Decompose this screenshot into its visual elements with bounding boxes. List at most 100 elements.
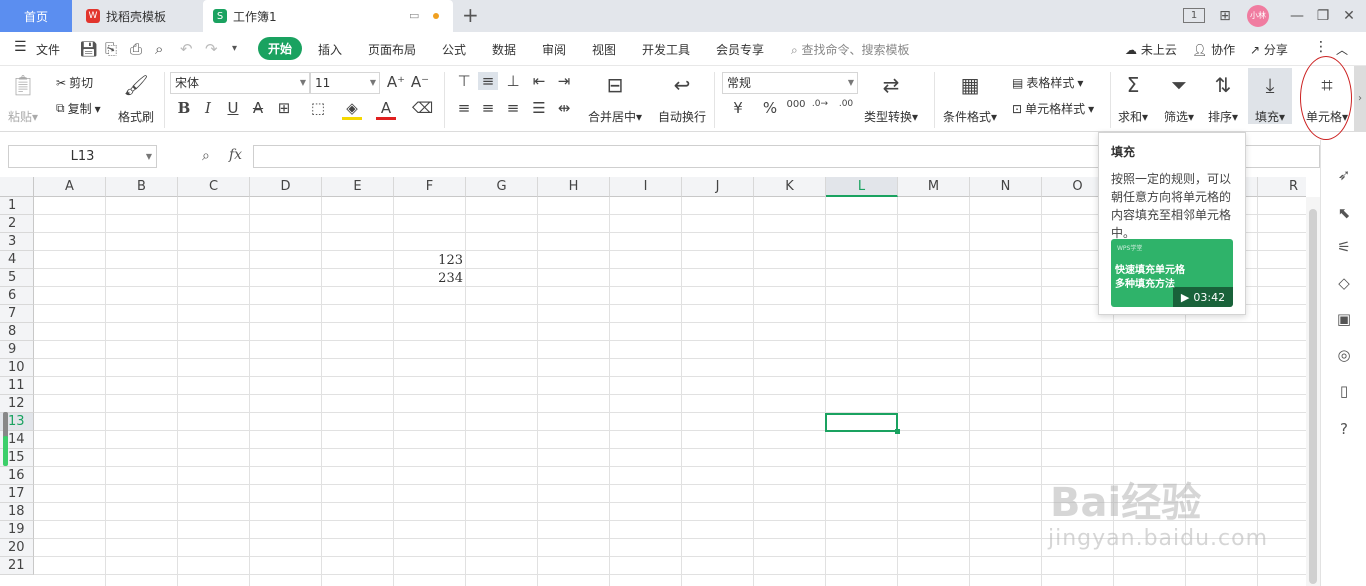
name-box[interactable]: L13 ▼ [8,145,157,168]
row-header-8[interactable]: 8 [0,323,34,341]
new-tab-button[interactable]: + [462,3,479,27]
underline-icon[interactable]: U [223,99,243,117]
scroll-thumb[interactable] [1309,209,1317,584]
column-header-n[interactable]: N [970,177,1042,197]
more-options-icon[interactable]: ⋮ [1314,39,1328,55]
font-name-select[interactable]: 宋体 ▼ [170,72,310,94]
menu-page-layout[interactable]: 页面布局 [368,41,416,58]
tab-templates[interactable]: W 找稻壳模板 [76,0,200,32]
menu-formulas[interactable]: 公式 [442,41,466,58]
vertical-scrollbar[interactable] [1306,197,1320,586]
wrap-text-button[interactable]: ↩ 自动换行 [658,70,706,125]
align-bottom-icon[interactable]: ⊥ [503,72,523,90]
type-convert-button[interactable]: ⇄ 类型转换▾ [864,70,918,125]
column-header-a[interactable]: A [34,177,106,197]
row-header-4[interactable]: 4 [0,251,34,269]
justify-icon[interactable]: ☰ [529,99,549,117]
undo-icon[interactable]: ↶ [180,40,193,58]
grid-view-button[interactable]: ⊞ [1215,6,1235,26]
book-icon[interactable]: ▯ [1333,380,1355,402]
row-header-6[interactable]: 6 [0,287,34,305]
percent-icon[interactable]: % [760,99,780,117]
selected-cell-l13[interactable] [825,413,898,432]
shape-icon[interactable]: ◇ [1333,272,1355,294]
zoom-icon[interactable]: ⌕ [202,148,210,164]
align-left-icon[interactable]: ≡ [454,99,474,117]
row-header-20[interactable]: 20 [0,539,34,557]
minimize-button[interactable]: — [1287,6,1307,26]
number-format-select[interactable]: 常规 ▼ [722,72,858,94]
collaborate-button[interactable]: 👤︎ 协作 [1192,41,1235,58]
cloud-status[interactable]: ☁ 未上云 [1125,41,1177,58]
menu-insert[interactable]: 插入 [318,41,342,58]
cut-button[interactable]: ✂ 剪切 [56,74,93,91]
image-icon[interactable]: ▣ [1333,308,1355,330]
fill-handle[interactable] [895,429,900,434]
row-header-1[interactable]: 1 [0,197,34,215]
command-search[interactable]: ⌕ 查找命令、搜索模板 [791,41,910,58]
fill-button[interactable]: ⤓ 填充▾ [1248,68,1292,124]
fx-icon[interactable]: fx [229,147,242,163]
clear-format-icon[interactable]: ⌫ [412,99,433,117]
user-avatar[interactable]: 小林 [1247,5,1269,27]
increase-indent-icon[interactable]: ⇥ [554,72,574,90]
row-header-11[interactable]: 11 [0,377,34,395]
tutorial-video-thumbnail[interactable]: WPS学堂 快速填充单元格 多种填充方法 ▶ 03:42 [1111,239,1233,307]
redo-icon[interactable]: ↷ [205,40,218,58]
column-header-l[interactable]: L [826,177,898,197]
row-header-3[interactable]: 3 [0,233,34,251]
close-button[interactable]: ✕ [1339,6,1359,26]
tab-home[interactable]: 首页 [0,0,72,32]
column-header-d[interactable]: D [250,177,322,197]
menu-home[interactable]: 开始 [258,37,302,60]
row-header-2[interactable]: 2 [0,215,34,233]
align-middle-icon[interactable]: ≡ [478,72,498,90]
row-header-12[interactable]: 12 [0,395,34,413]
select-all-corner[interactable] [0,177,34,197]
menu-review[interactable]: 审阅 [542,41,566,58]
align-top-icon[interactable]: ⊤ [454,72,474,90]
column-header-j[interactable]: J [682,177,754,197]
menu-developer[interactable]: 开发工具 [642,41,690,58]
column-header-e[interactable]: E [322,177,394,197]
font-size-select[interactable]: 11 ▼ [310,72,380,94]
menu-member[interactable]: 会员专享 [716,41,764,58]
menu-data[interactable]: 数据 [492,41,516,58]
decrease-font-icon[interactable]: A⁻ [410,73,430,91]
column-header-g[interactable]: G [466,177,538,197]
layout-button[interactable]: 1 [1183,8,1205,23]
menu-view[interactable]: 视图 [592,41,616,58]
hamburger-icon[interactable]: ☰ [14,39,27,55]
sum-button[interactable]: Σ 求和▾ [1118,70,1148,125]
row-header-19[interactable]: 19 [0,521,34,539]
italic-icon[interactable]: I [198,99,218,117]
column-header-k[interactable]: K [754,177,826,197]
column-header-i[interactable]: I [610,177,682,197]
ribbon-scroll-right-icon[interactable]: › [1354,66,1366,132]
row-header-18[interactable]: 18 [0,503,34,521]
row-header-9[interactable]: 9 [0,341,34,359]
merge-center-button[interactable]: ⊟ 合并居中▾ [588,70,642,125]
monitor-icon[interactable]: ▭ [409,9,419,22]
sliders-icon[interactable]: ⚟ [1333,236,1355,258]
row-header-5[interactable]: 5 [0,269,34,287]
sort-button[interactable]: ⇅ 排序▾ [1208,70,1238,125]
row-header-16[interactable]: 16 [0,467,34,485]
menu-file[interactable]: 文件 [36,41,60,58]
share-button[interactable]: ↗ 分享 [1250,41,1288,58]
format-painter-button[interactable]: 🖌︎ 格式刷 [118,70,154,125]
filter-button[interactable]: ⏷ 筛选▾ [1164,70,1194,125]
cell-f5[interactable]: 234 [394,271,463,286]
row-header-10[interactable]: 10 [0,359,34,377]
cursor-icon[interactable]: ⬉ [1333,202,1355,224]
print-icon[interactable]: ⎙ [130,40,142,58]
align-right-icon[interactable]: ≡ [503,99,523,117]
distribute-icon[interactable]: ⇹ [554,99,574,117]
cell-style-button[interactable]: ⊡ 单元格样式 ▾ [1012,100,1094,117]
cell-f4[interactable]: 123 [394,253,463,268]
column-header-f[interactable]: F [394,177,466,197]
increase-font-icon[interactable]: A⁺ [386,73,406,91]
column-header-h[interactable]: H [538,177,610,197]
fill-color-icon[interactable]: ◈ [342,99,362,120]
bold-icon[interactable]: B [174,99,194,117]
